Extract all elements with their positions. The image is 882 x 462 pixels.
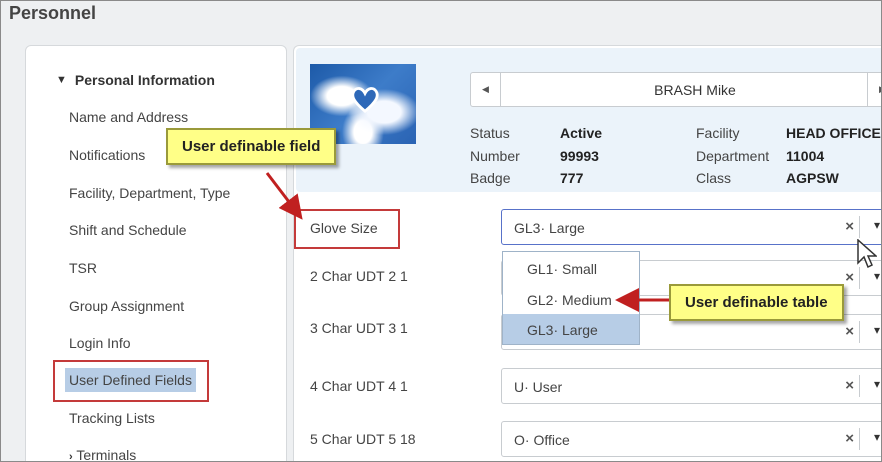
- app-window: Personnel ▼ Personal Information Name an…: [0, 0, 882, 462]
- callout-user-definable-field: User definable field: [166, 128, 337, 165]
- arrow-to-field: [265, 172, 303, 220]
- annotation-arrows: [265, 172, 669, 312]
- callout-user-definable-table: User definable table: [669, 284, 844, 321]
- mouse-cursor-icon: [857, 239, 877, 269]
